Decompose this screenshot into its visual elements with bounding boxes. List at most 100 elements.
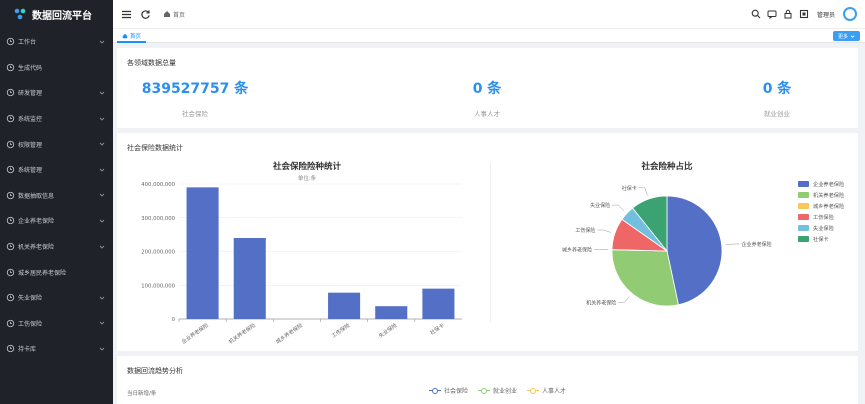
bar-chart-title: 社会保险险种统计	[272, 161, 342, 172]
chevron-down-icon	[99, 296, 105, 300]
legend-swatch[interactable]	[798, 181, 809, 187]
sidebar-item[interactable]: 生成代码	[0, 55, 113, 81]
chevron-down-icon	[99, 219, 105, 223]
chevron-down-icon	[99, 245, 105, 249]
sidebar-item-label: 机关养老保险	[18, 244, 55, 252]
legend-item[interactable]: 人事人才	[527, 386, 566, 395]
stat-value: 0 条	[472, 81, 502, 97]
x-tick-label: 企业养老保险	[180, 321, 211, 346]
sidebar-item[interactable]: 工作台	[0, 29, 113, 55]
clock-icon	[6, 242, 15, 251]
clock-icon	[6, 345, 15, 353]
social-card: 社会保险数据统计 社会保险险种统计 单位:条 0 100,000,000 200,000…	[117, 133, 858, 351]
clock-icon	[6, 89, 15, 97]
x-tick-label: 失业保险	[377, 321, 399, 340]
legend-line-icon	[527, 387, 540, 394]
search-icon[interactable]	[751, 9, 761, 19]
y-tick-label: 0	[172, 317, 176, 323]
sidebar-item[interactable]: 权限管理	[0, 131, 113, 157]
sidebar-item[interactable]: 系统管理	[0, 157, 113, 183]
chevron-down-icon	[850, 34, 855, 38]
pie-label-line	[618, 296, 630, 303]
chevron-down-icon	[99, 40, 105, 44]
sidebar-item-label: 权限管理	[18, 141, 43, 149]
breadcrumb[interactable]: 首页	[163, 10, 185, 19]
legend-swatch[interactable]	[798, 236, 809, 242]
sidebar-item[interactable]: 失业保险	[0, 285, 113, 311]
avatar[interactable]	[843, 7, 857, 21]
tabs-bar: 首页 更多	[113, 28, 865, 43]
legend-label: 机关养老保险	[813, 191, 845, 199]
tab-home[interactable]: 首页	[117, 30, 147, 43]
x-tick-label: 工伤保险	[330, 321, 352, 340]
stat-value: 839527757 条	[141, 81, 249, 97]
bar[interactable]	[422, 288, 455, 319]
clock-icon	[6, 166, 15, 174]
sidebar-item[interactable]: 企业养老保险	[0, 208, 113, 234]
home-icon	[122, 33, 128, 38]
bar[interactable]	[328, 292, 361, 319]
hamburger-icon[interactable]	[121, 9, 132, 20]
legend-swatch[interactable]	[798, 225, 809, 231]
stat-talent: 0 条 人事人才	[387, 78, 587, 118]
sidebar-item-label: 城乡居民养老保险	[18, 269, 67, 277]
legend-swatch[interactable]	[798, 214, 809, 220]
sidebar: 数据回流平台 工作台 生成代码 研发管理 系统监控 权限管理 系统管理 数据抽取信息 企业养老…	[0, 0, 113, 404]
topbar: 首页 管理员	[113, 0, 865, 28]
legend-item[interactable]: 社会保险	[429, 386, 468, 395]
y-tick-label: 200,000,000	[141, 250, 175, 256]
overview-card: 各领域数据总量 839527757 条 社会保险 0 条 人事人才 0 条 就业…	[117, 48, 858, 128]
pie-slice-label: 社保卡	[622, 185, 637, 192]
stat-social: 839527757 条 社会保险	[95, 78, 295, 118]
legend-swatch[interactable]	[798, 192, 809, 198]
y-tick-label: 300,000,000	[141, 216, 175, 222]
refresh-icon[interactable]	[140, 9, 151, 20]
sidebar-item-label: 系统管理	[18, 167, 43, 175]
pie-slice[interactable]	[611, 249, 679, 307]
sidebar-item-label: 持卡库	[18, 346, 37, 354]
sidebar-item[interactable]: 工伤保险	[0, 311, 113, 337]
user-name[interactable]: 管理员	[817, 10, 835, 19]
legend-item[interactable]: 就业创业	[478, 386, 517, 395]
pie-chart-title: 社会险种占比	[640, 161, 693, 172]
sidebar-item-label: 研发管理	[18, 90, 43, 98]
legend-label: 失业保险	[813, 224, 835, 232]
sidebar-item-label: 企业养老保险	[18, 218, 55, 226]
x-tick-label: 社保卡	[428, 321, 445, 336]
brand[interactable]: 数据回流平台	[0, 0, 113, 28]
trend-title: 数据回流趋势分析	[127, 367, 183, 375]
clock-icon	[6, 217, 15, 225]
chart-divider	[490, 163, 491, 323]
legend-swatch[interactable]	[798, 203, 809, 209]
clock-icon	[6, 63, 15, 72]
sidebar-item[interactable]: 数据抽取信息	[0, 183, 113, 209]
sidebar-item-label: 数据抽取信息	[18, 192, 55, 200]
lock-icon[interactable]	[783, 9, 793, 19]
sidebar-item-label: 生成代码	[18, 64, 43, 72]
bar[interactable]	[186, 187, 219, 319]
sidebar-item[interactable]: 持卡库	[0, 336, 113, 362]
sidebar-item[interactable]: 机关养老保险	[0, 234, 113, 260]
legend-line-icon	[429, 387, 441, 394]
clock-icon	[6, 140, 15, 148]
bar[interactable]	[375, 306, 408, 319]
app-title: 数据回流平台	[32, 10, 92, 22]
legend-label: 工伤保险	[813, 213, 835, 221]
stat-label: 就业创业	[764, 110, 790, 118]
more-button[interactable]: 更多	[832, 31, 860, 41]
message-icon[interactable]	[767, 9, 777, 19]
trend-ylabel: 当日新增/条	[127, 391, 157, 397]
clock-icon	[6, 268, 15, 276]
clock-icon	[6, 114, 15, 123]
pie-slice-label: 城乡养老保险	[562, 246, 592, 253]
pie-slice-label: 企业养老保险	[742, 241, 772, 248]
x-tick-label: 城乡养老保险	[274, 321, 305, 346]
sidebar-item[interactable]: 城乡居民养老保险	[0, 259, 113, 285]
chevron-down-icon	[99, 347, 105, 351]
pie-label-line	[725, 243, 740, 246]
bar[interactable]	[233, 238, 266, 319]
clock-icon	[6, 38, 15, 46]
pie-slice-label: 机关养老保险	[586, 300, 616, 307]
fullscreen-icon[interactable]	[799, 9, 809, 19]
legend-label: 社会保险	[444, 388, 469, 395]
